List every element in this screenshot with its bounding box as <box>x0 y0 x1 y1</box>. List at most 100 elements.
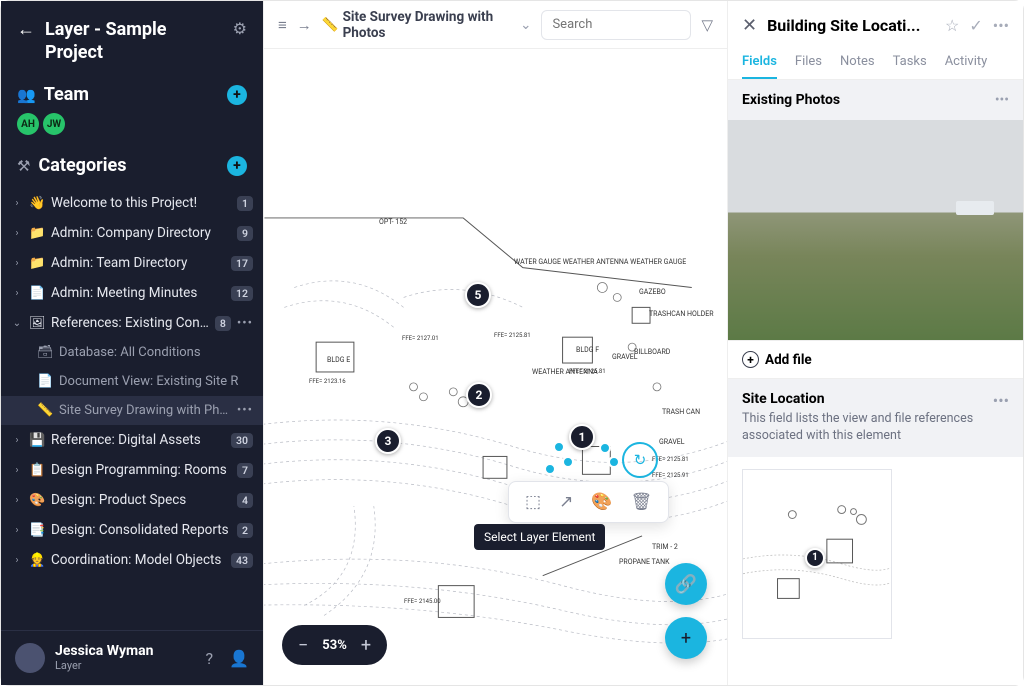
help-icon[interactable]: ? <box>206 649 214 668</box>
location-pin[interactable]: 5 <box>465 282 491 308</box>
chevron-icon: › <box>11 555 23 566</box>
tab-fields[interactable]: Fields <box>742 46 777 79</box>
count-badge: 12 <box>231 286 253 301</box>
sidebar-footer: Jessica Wyman Layer ? 👤 <box>1 630 263 685</box>
sidebar: ← Layer - Sample Project ⚙ 👥 Team + AH J… <box>1 1 263 685</box>
filter-icon[interactable]: ▽ <box>701 16 713 34</box>
more-icon[interactable]: ••• <box>993 16 1009 35</box>
blue-marker[interactable] <box>608 456 620 468</box>
palette-icon[interactable]: 🎨 <box>591 492 612 512</box>
zoom-in-button[interactable]: + <box>361 635 371 656</box>
sidebar-subitem[interactable]: 🗃Database: All Conditions <box>1 338 263 367</box>
map-label: FFE= 2125.81 <box>494 333 531 339</box>
more-icon[interactable]: ••• <box>237 316 253 331</box>
team-avatars: AH JW <box>1 113 263 143</box>
blue-marker[interactable] <box>599 442 611 454</box>
context-toolbar: ⬚ ↗ 🎨 🗑 <box>508 481 669 523</box>
add-team-button[interactable]: + <box>227 85 247 105</box>
card-more-icon[interactable]: ••• <box>995 92 1009 108</box>
trash-icon[interactable]: 🗑 <box>630 492 652 512</box>
chevron-down-icon[interactable]: ⌄ <box>520 17 531 33</box>
map-label: FFE= 2145.00 <box>404 599 441 605</box>
add-file-button[interactable]: + Add file <box>728 340 1023 379</box>
arrow-icon[interactable]: ↗ <box>559 492 573 512</box>
drawing-canvas[interactable]: OPT- 152 WATER GAUGE WEATHER ANTENNA WEA… <box>264 49 727 685</box>
location-pin[interactable]: 2 <box>466 382 492 408</box>
sidebar-item[interactable]: ›🎨Design: Product Specs4 <box>1 485 263 515</box>
map-label: GRAVEL <box>659 439 685 446</box>
add-fab[interactable]: + <box>665 617 707 659</box>
sidebar-subitem[interactable]: 📄Document View: Existing Site R <box>1 367 263 396</box>
item-label: Welcome to this Project! <box>51 195 231 211</box>
avatar[interactable]: AH <box>17 113 39 135</box>
chevron-icon: › <box>11 288 23 299</box>
sidebar-item[interactable]: ›📁Admin: Company Directory9 <box>1 218 263 248</box>
count-badge: 8 <box>215 316 231 331</box>
sidebar-item[interactable]: ›👋Welcome to this Project!1 <box>1 188 263 218</box>
card-header-photos: Existing Photos ••• <box>728 80 1023 120</box>
arrow-icon[interactable]: → <box>297 16 312 34</box>
field-title: Site Location <box>742 391 985 407</box>
field-description: This field lists the view and file refer… <box>742 411 985 445</box>
profile-icon[interactable]: 👤 <box>229 649 249 668</box>
close-icon[interactable]: ✕ <box>742 15 757 36</box>
blue-marker[interactable] <box>562 456 574 468</box>
element-title: Building Site Locati... <box>767 16 935 35</box>
tab-tasks[interactable]: Tasks <box>893 46 927 79</box>
sidebar-item[interactable]: ›👷Coordination: Model Objects43 <box>1 545 263 575</box>
add-category-button[interactable]: + <box>227 156 247 176</box>
menu-icon[interactable]: ≡ <box>278 16 287 34</box>
categories-icon: ⚒ <box>17 157 30 175</box>
sidebar-item[interactable]: ›📄Admin: Meeting Minutes12 <box>1 278 263 308</box>
item-icon: 📁 <box>29 226 45 241</box>
more-icon[interactable]: ••• <box>237 403 253 418</box>
sidebar-item[interactable]: ›📁Admin: Team Directory17 <box>1 248 263 278</box>
link-fab[interactable]: 🔗 <box>665 563 707 605</box>
sidebar-item[interactable]: ›📑Design: Consolidated Reports2 <box>1 515 263 545</box>
map-label: TRIM - 2 <box>652 544 678 551</box>
location-pin[interactable]: 1 <box>569 424 595 450</box>
map-label: BLDG E <box>327 357 350 364</box>
user-avatar[interactable] <box>15 643 45 673</box>
star-icon[interactable]: ☆ <box>945 16 959 35</box>
item-icon: 📏 <box>37 403 53 418</box>
tab-notes[interactable]: Notes <box>840 46 875 79</box>
gear-icon[interactable]: ⚙ <box>233 19 247 38</box>
category-tree: ›👋Welcome to this Project!1›📁Admin: Comp… <box>1 184 263 630</box>
item-icon: 📁 <box>29 256 45 271</box>
zoom-out-button[interactable]: − <box>298 635 308 656</box>
selection-ring-icon[interactable]: ↻ <box>622 442 658 478</box>
sidebar-subitem[interactable]: 📏Site Survey Drawing with Photos••• <box>1 396 263 425</box>
sidebar-item[interactable]: ›📋Design Programming: Rooms7 <box>1 455 263 485</box>
count-badge: 9 <box>237 226 253 241</box>
breadcrumb[interactable]: 📏 Site Survey Drawing with Photos ⌄ <box>322 9 532 41</box>
chevron-icon: › <box>11 228 23 239</box>
map-label: BILLBOARD <box>634 349 670 356</box>
tab-files[interactable]: Files <box>795 46 822 79</box>
location-thumbnail[interactable]: 1 <box>742 469 892 639</box>
sidebar-item[interactable]: ⌄🖼References: Existing Conditions8••• <box>1 308 263 338</box>
item-label: Reference: Digital Assets <box>51 432 225 448</box>
item-icon: 🖼 <box>29 316 45 331</box>
item-label: Database: All Conditions <box>59 345 253 360</box>
blue-marker[interactable] <box>553 441 565 453</box>
map-label: WATER GAUGE WEATHER ANTENNA WEATHER GAUG… <box>514 259 686 266</box>
avatar[interactable]: JW <box>43 113 65 135</box>
tooltip: Select Layer Element <box>474 524 605 550</box>
search-input[interactable] <box>541 10 691 40</box>
check-icon[interactable]: ✓ <box>969 16 982 35</box>
item-label: Design: Product Specs <box>51 492 231 508</box>
tab-activity[interactable]: Activity <box>945 46 988 79</box>
sidebar-item[interactable]: ›💾Reference: Digital Assets30 <box>1 425 263 455</box>
detail-tabs: Fields Files Notes Tasks Activity <box>728 46 1023 80</box>
map-label: PROPANE TANK <box>619 559 670 566</box>
field-more-icon[interactable]: ••• <box>993 391 1009 445</box>
back-icon[interactable]: ← <box>17 19 35 40</box>
location-pin[interactable]: 3 <box>375 428 401 454</box>
chevron-icon: › <box>11 495 23 506</box>
cube-icon[interactable]: ⬚ <box>525 492 541 512</box>
item-label: References: Existing Conditions <box>51 315 209 331</box>
existing-photo[interactable] <box>728 120 1023 340</box>
item-label: Design Programming: Rooms <box>51 462 231 478</box>
blue-marker[interactable] <box>544 463 556 475</box>
